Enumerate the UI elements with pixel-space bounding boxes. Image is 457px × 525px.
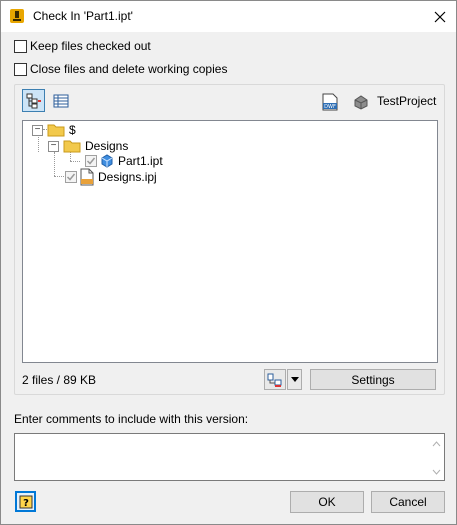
window-title: Check In 'Part1.ipt' [33,9,133,23]
designs-folder-label: Designs [85,139,129,153]
project-icon [354,95,368,110]
grid-view-button[interactable] [49,89,72,112]
chevron-down-icon [290,376,299,382]
filter-button[interactable] [264,369,286,390]
files-group: DWF TestProject − $ − Designs Part1.ipt … [14,84,445,395]
scroll-down-arrow[interactable] [432,467,441,476]
dwf-icon: DWF [322,93,338,111]
keep-checked-out-label: Keep files checked out [30,39,151,53]
project-name: TestProject [377,94,437,108]
keep-checked-out-checkbox[interactable] [14,39,27,53]
svg-text:DWF: DWF [324,104,336,110]
collapse-root-symbol: − [34,123,41,135]
filter-dropdown-button[interactable] [287,369,302,390]
vault-app-icon [10,9,24,23]
help-icon: ? [19,495,32,509]
close-icon [434,11,446,23]
tree-row-designs[interactable]: − Designs [48,138,128,154]
chevron-up-icon [432,440,441,446]
filter-icon [267,373,282,387]
project-icon-wrap [353,94,369,113]
tree-view-button[interactable] [22,89,45,112]
collapse-root-toggle[interactable]: − [32,123,43,136]
close-button[interactable] [425,5,455,29]
tree-row-project-file[interactable]: Designs.ipj [65,168,157,186]
checkmark-icon [86,157,96,165]
check-in-dialog: Check In 'Part1.ipt' Keep files checked … [0,0,457,525]
ok-button[interactable]: OK [290,491,364,513]
folder-icon [47,124,65,137]
dwf-button[interactable]: DWF [321,93,339,114]
settings-button-label: Settings [351,372,395,387]
tree-row-root[interactable]: − $ [32,122,76,138]
ipj-file-icon [80,168,94,186]
cancel-button-label: Cancel [389,495,427,509]
settings-button[interactable]: Settings [310,369,436,390]
part-checkbox[interactable] [85,155,97,167]
close-delete-checkbox[interactable] [14,62,27,76]
comments-textarea[interactable] [14,433,445,481]
close-delete-option[interactable]: Close files and delete working copies [14,62,227,76]
tree-row-part[interactable]: Part1.ipt [85,153,163,169]
folder-icon [63,140,81,153]
checkmark-icon [66,173,76,181]
file-tree: − $ − Designs Part1.ipt Designs.ipj [22,120,438,363]
grid-view-icon [53,94,68,107]
help-button[interactable]: ? [15,491,36,512]
collapse-designs-symbol: − [50,139,57,151]
close-delete-label: Close files and delete working copies [30,62,228,76]
files-summary: 2 files / 89 KB [22,373,97,387]
scroll-up-arrow[interactable] [432,439,441,448]
part-file-icon [101,154,113,168]
part-file-label: Part1.ipt [118,154,163,168]
keep-checked-out-option[interactable]: Keep files checked out [14,39,151,53]
title-bar: Check In 'Part1.ipt' [1,1,456,32]
comments-prompt: Enter comments to include with this vers… [14,412,249,426]
root-label: $ [69,123,76,137]
cancel-button[interactable]: Cancel [371,491,445,513]
tree-view-icon [26,93,41,108]
chevron-down-icon [432,469,441,475]
svg-text:?: ? [23,498,29,509]
ok-button-label: OK [318,495,336,509]
project-file-label: Designs.ipj [98,170,157,184]
project-file-checkbox[interactable] [65,171,77,183]
collapse-designs-toggle[interactable]: − [48,139,59,152]
